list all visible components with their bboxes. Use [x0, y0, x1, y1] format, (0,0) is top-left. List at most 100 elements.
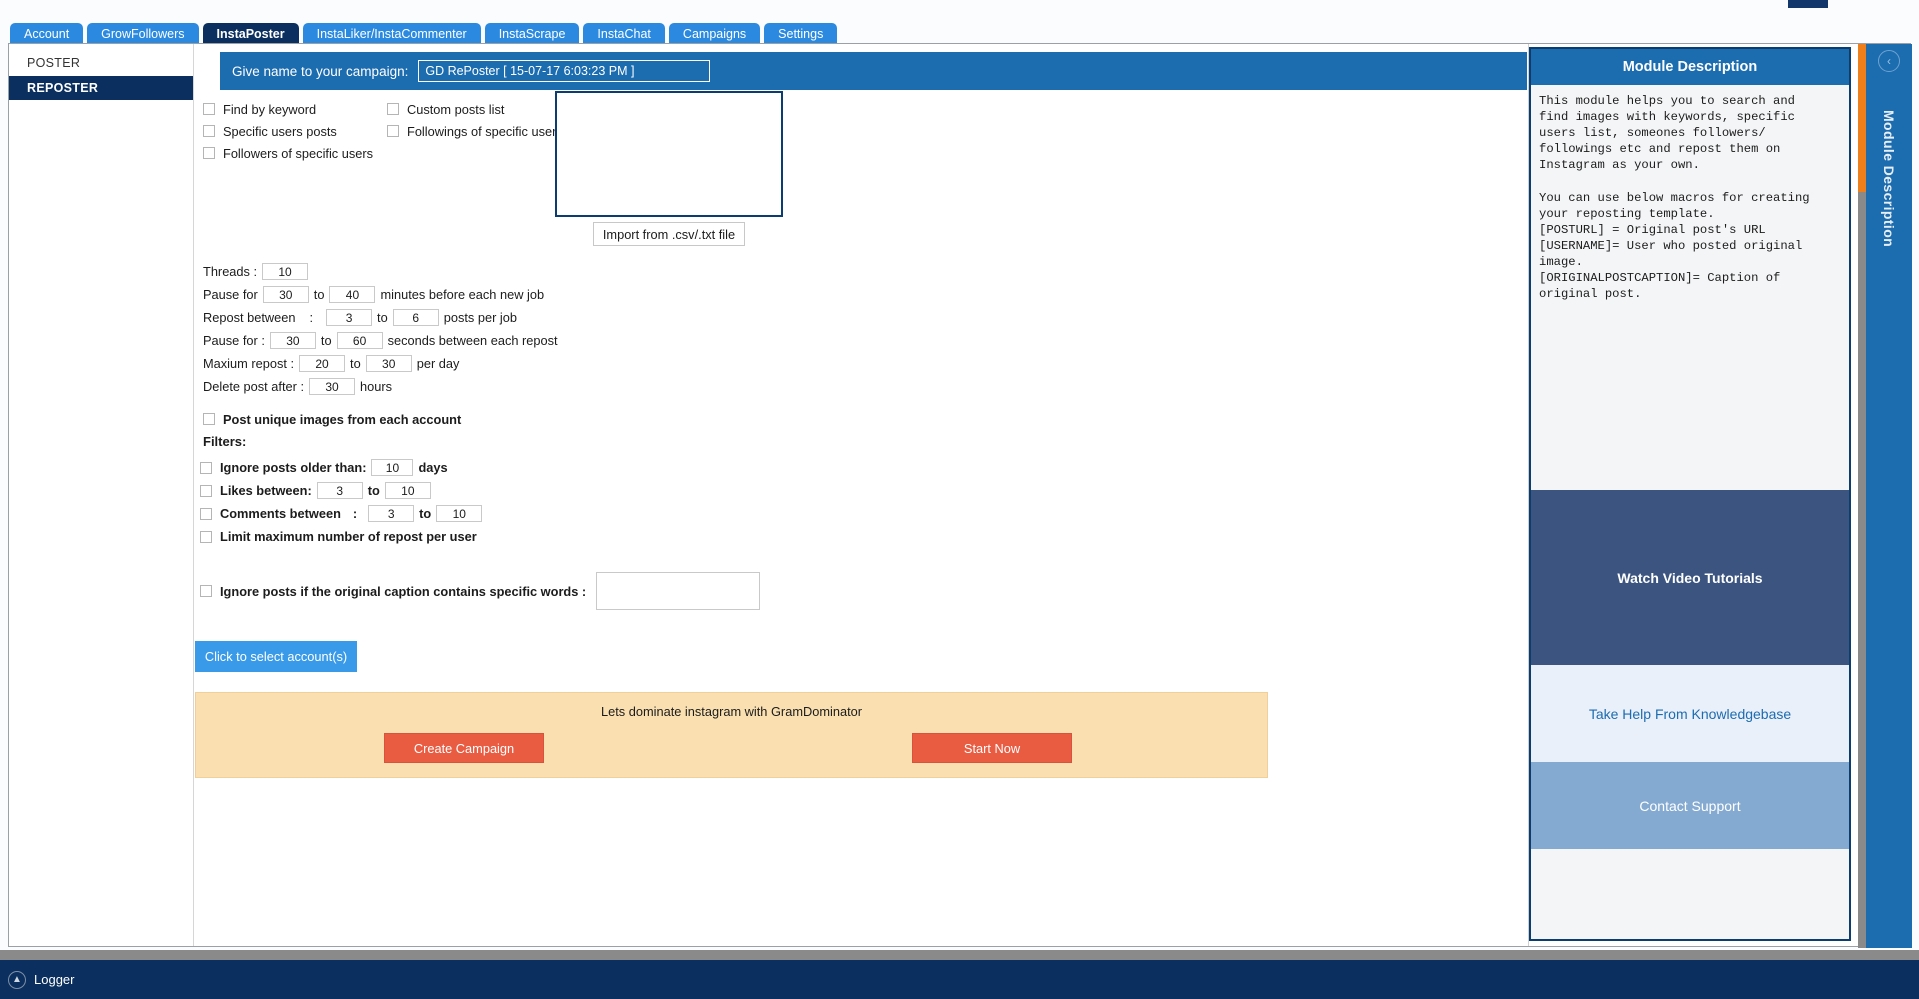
create-campaign-button[interactable]: Create Campaign: [384, 733, 544, 763]
checkbox-followers-of-specific-users[interactable]: [203, 147, 215, 159]
pause-repost-to-input[interactable]: [336, 332, 383, 349]
logger-bar[interactable]: ▲ Logger: [0, 960, 1919, 999]
option-label: Post unique images from each account: [223, 411, 462, 427]
filter-ignore-caption-words[interactable]: Ignore posts if the original caption con…: [200, 572, 761, 610]
checkbox-ignore-older-than[interactable]: [200, 461, 212, 474]
pause-job-prefix: Pause for: [203, 287, 258, 302]
filter-ignore-older-than[interactable]: Ignore posts older than: days: [200, 456, 820, 479]
tab-settings[interactable]: Settings: [764, 23, 838, 45]
repost-colon: :: [309, 310, 314, 325]
sidebar-item-reposter[interactable]: REPOSTER: [9, 76, 193, 100]
tab-instascrape[interactable]: InstaScrape: [484, 23, 580, 45]
vertical-tab-label: Module Description: [1881, 110, 1897, 248]
comments-to-input[interactable]: [436, 505, 483, 522]
option-post-unique-images[interactable]: Post unique images from each account: [203, 406, 803, 432]
sidebar-heading-poster: POSTER: [27, 56, 81, 70]
checkbox-followings-of-specific-users[interactable]: [387, 125, 399, 137]
logger-separator: [0, 950, 1919, 960]
filter-likes-between[interactable]: Likes between: to: [200, 479, 820, 502]
checkbox-specific-users-posts[interactable]: [203, 125, 215, 137]
repost-to-input[interactable]: [392, 309, 439, 326]
checkbox-custom-posts-list[interactable]: [387, 103, 399, 115]
likes-to-word: to: [367, 483, 380, 498]
posts-list-textarea[interactable]: [555, 91, 783, 217]
knowledgebase-link[interactable]: Take Help From Knowledgebase: [1531, 665, 1849, 762]
contact-support-button[interactable]: Contact Support: [1531, 762, 1849, 849]
filter-label: Comments between: [220, 506, 341, 521]
filter-limit-repost-per-user[interactable]: Limit maximum number of repost per user: [200, 525, 820, 548]
grey-accent-strip: [1858, 192, 1866, 948]
option-followings-of-specific-users[interactable]: Followings of specific users: [387, 120, 563, 142]
option-label: Followers of specific users: [223, 145, 374, 161]
tab-instaposter[interactable]: InstaPoster: [202, 23, 299, 45]
checkbox-likes-between[interactable]: [200, 484, 212, 497]
delete-post-after-row: Delete post after : hours: [203, 375, 803, 398]
repost-to-word: to: [377, 310, 388, 325]
checkbox-find-by-keyword[interactable]: [203, 103, 215, 115]
likes-to-input[interactable]: [384, 482, 431, 499]
module-description-card: Module Description This module helps you…: [1529, 47, 1851, 941]
tagline-text: Lets dominate instagram with GramDominat…: [600, 704, 863, 719]
tab-instaliker-instacommenter[interactable]: InstaLiker/InstaCommenter: [302, 23, 481, 45]
comments-colon: :: [352, 506, 358, 521]
maximum-repost-row: Maxium repost : to per day: [203, 352, 803, 375]
pause-job-suffix: minutes before each new job: [380, 287, 545, 302]
schedule-settings-group: Threads : Pause for to minutes before ea…: [203, 260, 803, 432]
delete-post-prefix: Delete post after :: [203, 379, 305, 394]
filter-label: Likes between:: [220, 483, 312, 498]
ignore-caption-words-textarea[interactable]: [596, 572, 761, 610]
option-custom-posts-list[interactable]: Custom posts list: [387, 98, 504, 120]
chevron-up-icon[interactable]: ▲: [8, 970, 26, 989]
threads-input[interactable]: [262, 263, 309, 280]
watch-video-tutorials-button[interactable]: Watch Video Tutorials: [1531, 490, 1849, 665]
comments-from-input[interactable]: [368, 505, 415, 522]
option-label: Followings of specific users: [407, 123, 563, 139]
filter-comments-between[interactable]: Comments between : to: [200, 502, 820, 525]
action-bar: Lets dominate instagram with GramDominat…: [195, 692, 1268, 778]
main-content: Give name to your campaign: Find by keyw…: [195, 44, 1527, 946]
pause-repost-from-input[interactable]: [269, 332, 316, 349]
pause-job-from-input[interactable]: [262, 286, 309, 303]
checkbox-ignore-caption-words[interactable]: [200, 585, 212, 597]
module-description-body: This module helps you to search and find…: [1539, 94, 1810, 302]
campaign-name-label: Give name to your campaign:: [232, 63, 409, 79]
tab-account[interactable]: Account: [10, 23, 84, 45]
start-now-button[interactable]: Start Now: [912, 733, 1072, 763]
delete-post-suffix: hours: [360, 379, 393, 394]
module-description-vertical-tab[interactable]: ‹ Module Description: [1866, 44, 1912, 948]
campaign-name-input[interactable]: [418, 60, 711, 82]
filters-heading: Filters:: [203, 434, 247, 449]
max-repost-to-input[interactable]: [365, 355, 412, 372]
repost-prefix: Repost between: [203, 310, 296, 325]
max-repost-prefix: Maxium repost :: [203, 356, 295, 371]
likes-from-input[interactable]: [316, 482, 363, 499]
orange-accent-strip: [1858, 44, 1866, 192]
main-tab-bar: Account GrowFollowers InstaPoster InstaL…: [10, 23, 838, 45]
select-accounts-button[interactable]: Click to select account(s): [195, 641, 357, 672]
pause-job-to-input[interactable]: [329, 286, 376, 303]
checkbox-limit-repost-per-user[interactable]: [200, 530, 212, 543]
ignore-older-than-input[interactable]: [371, 459, 414, 476]
filter-label: Ignore posts older than:: [220, 460, 367, 475]
logger-label: Logger: [34, 972, 75, 987]
pause-repost-suffix: seconds between each repost: [387, 333, 558, 348]
pause-between-repost-row: Pause for : to seconds between each repo…: [203, 329, 803, 352]
import-from-file-button[interactable]: Import from .csv/.txt file: [593, 222, 745, 246]
delete-post-input[interactable]: [309, 378, 356, 395]
left-sidebar: POSTER REPOSTER: [9, 44, 194, 946]
max-repost-from-input[interactable]: [299, 355, 346, 372]
campaign-name-bar: Give name to your campaign:: [220, 52, 1527, 90]
option-label: Custom posts list: [407, 101, 505, 117]
tab-instachat[interactable]: InstaChat: [583, 23, 665, 45]
max-repost-suffix: per day: [416, 356, 460, 371]
comments-to-word: to: [419, 506, 432, 521]
repost-suffix: posts per job: [443, 310, 518, 325]
tab-campaigns[interactable]: Campaigns: [668, 23, 761, 45]
pause-repost-prefix: Pause for :: [203, 333, 265, 348]
tab-growfollowers[interactable]: GrowFollowers: [87, 23, 199, 45]
module-description-panel: Module Description This module helps you…: [1528, 44, 1851, 946]
checkbox-post-unique-images[interactable]: [203, 413, 215, 425]
repost-from-input[interactable]: [326, 309, 373, 326]
checkbox-comments-between[interactable]: [200, 507, 212, 520]
max-repost-to-word: to: [350, 356, 361, 371]
